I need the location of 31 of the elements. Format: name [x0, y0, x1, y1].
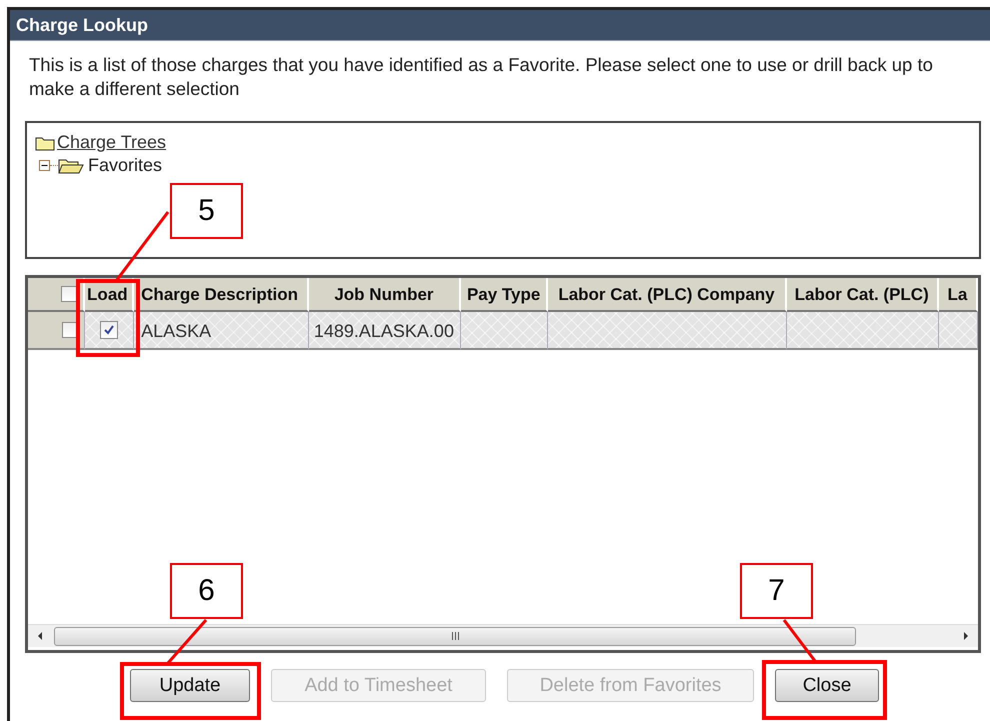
scroll-thumb[interactable] — [54, 626, 856, 646]
instructions-text: This is a list of those charges that you have identified as a Favorite. Please select one to use or drill back up to make a different selection — [29, 53, 934, 101]
callout-box: 6 — [170, 563, 243, 619]
table-cell: 1489.ALASKA.00 — [308, 312, 461, 350]
callout-box: 7 — [740, 563, 813, 619]
folder-icon — [35, 134, 55, 150]
leader-line — [782, 619, 816, 662]
leader-line — [166, 619, 208, 664]
column-header[interactable]: Job Number — [308, 278, 461, 312]
window-title: Charge Lookup — [10, 10, 990, 41]
horizontal-scrollbar[interactable] — [28, 624, 978, 647]
table-cell: ALASKA — [134, 312, 309, 350]
folder-icon — [58, 158, 84, 174]
column-header[interactable]: La — [938, 278, 978, 312]
tree-item[interactable]: Favorites — [88, 155, 162, 176]
column-header[interactable]: Labor Cat. (PLC) Company — [548, 278, 787, 312]
leader-line — [114, 211, 170, 282]
column-header[interactable]: Pay Type — [460, 278, 548, 312]
action-button[interactable]: Close — [775, 669, 879, 702]
checkbox[interactable] — [100, 321, 118, 339]
column-header[interactable]: Labor Cat. (PLC) — [786, 278, 939, 312]
action-button[interactable]: Update — [130, 669, 250, 702]
table-cell — [938, 312, 978, 350]
tree-toggle-icon[interactable] — [39, 160, 50, 171]
tree-link[interactable]: Charge Trees — [57, 132, 166, 153]
column-header[interactable]: Charge Description — [134, 278, 309, 312]
check-icon — [103, 324, 116, 336]
scroll-left-icon[interactable] — [36, 631, 44, 641]
scroll-right-icon[interactable] — [962, 631, 970, 641]
callout-box: 5 — [170, 183, 243, 239]
checkbox[interactable] — [61, 286, 78, 302]
